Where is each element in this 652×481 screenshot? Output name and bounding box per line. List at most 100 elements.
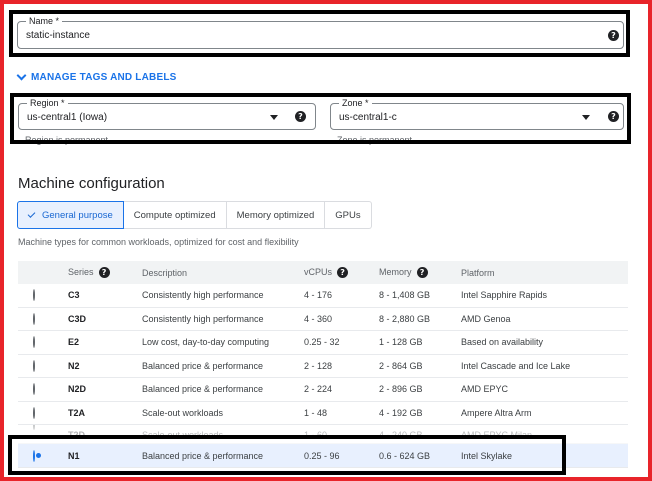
vcpus-help-icon[interactable]: ? [337,267,349,279]
table-row[interactable]: N2 Balanced price & performance 2 - 128 … [18,355,628,378]
row-vcpus: 2 - 224 [304,384,333,395]
table-row[interactable]: T2D Scale-out workloads 1 - 60 4 - 240 G… [18,425,628,444]
row-radio[interactable] [33,312,35,325]
radio-button[interactable] [33,312,35,325]
row-series: N1 [68,450,80,461]
region-dropdown-icon[interactable] [270,115,278,120]
tab-compute-optimized[interactable]: Compute optimized [123,201,227,229]
tab-general-purpose[interactable]: General purpose [17,201,124,229]
row-memory: 4 - 240 GB [379,430,423,440]
zone-value: us-central1-c [339,112,397,123]
row-platform: Intel Sapphire Rapids [461,290,548,301]
row-platform: Intel Skylake [461,450,513,461]
row-radio[interactable] [33,336,35,349]
table-header: Series? Description vCPUs? Memory? Platf… [18,261,628,284]
tab-label: General purpose [42,209,113,221]
row-series: T2A [68,407,86,418]
row-memory: 2 - 896 GB [379,384,423,395]
row-platform: AMD Genoa [461,313,511,324]
row-vcpus: 2 - 128 [304,360,333,371]
row-radio[interactable] [33,449,35,462]
manage-tags-label: MANAGE TAGS AND LABELS [31,72,177,83]
check-icon [27,210,36,218]
row-memory: 8 - 2,880 GB [379,313,431,324]
table-row[interactable]: C3 Consistently high performance 4 - 176… [18,284,628,308]
table-row[interactable]: E2 Low cost, day-to-day computing 0.25 -… [18,331,628,355]
region-label: Region * [27,97,68,109]
row-radio[interactable] [33,425,35,430]
row-series: C3 [68,290,80,301]
table-row[interactable]: N2D Balanced price & performance 2 - 224… [18,378,628,402]
row-radio[interactable] [33,289,35,302]
name-help-icon[interactable]: ? [608,30,619,41]
row-series: N2 [68,360,80,371]
machine-family-description: Machine types for common workloads, opti… [18,237,299,247]
region-value: us-central1 (Iowa) [27,112,108,123]
row-vcpus: 4 - 360 [304,313,333,324]
name-field[interactable]: Name * static-instance ? [17,15,624,49]
row-memory: 8 - 1,408 GB [379,290,431,301]
header-memory: Memory? [379,267,428,279]
radio-button[interactable] [33,359,35,372]
radio-button[interactable] [33,406,35,419]
header-platform: Platform [461,267,495,278]
row-series: C3D [68,313,87,324]
header-series: Series? [68,266,110,279]
row-description: Balanced price & performance [142,384,264,395]
row-platform: AMD EPYC Milan [461,430,533,440]
row-description: Scale-out workloads [142,430,224,440]
name-field-label: Name * [26,15,63,27]
row-radio[interactable] [33,383,35,396]
table-row[interactable]: T2A Scale-out workloads 1 - 48 4 - 192 G… [18,402,628,425]
row-description: Scale-out workloads [142,407,224,418]
row-radio[interactable] [33,406,35,419]
row-vcpus: 1 - 60 [304,430,328,440]
radio-button[interactable] [33,425,35,430]
memory-help-icon[interactable]: ? [416,267,428,279]
chevron-down-icon [16,70,27,81]
row-memory: 2 - 864 GB [379,360,423,371]
header-series-label: Series [68,266,94,277]
row-series: N2D [68,384,87,395]
row-description: Consistently high performance [142,290,264,301]
zone-hint: Zone is permanent [337,135,413,145]
row-description: Consistently high performance [142,313,264,324]
table-row[interactable]: C3D Consistently high performance 4 - 36… [18,308,628,331]
row-platform: Ampere Altra Arm [461,407,532,418]
name-field-value[interactable]: static-instance [26,30,90,41]
row-memory: 0.6 - 624 GB [379,450,431,461]
tab-label: GPUs [335,209,361,221]
region-help-icon[interactable]: ? [295,111,306,122]
region-hint: Region is permanent [25,135,109,145]
manage-tags-toggle[interactable]: MANAGE TAGS AND LABELS [16,70,177,83]
header-vcpus: vCPUs? [304,267,349,279]
row-vcpus: 0.25 - 96 [304,450,340,461]
row-series: E2 [68,337,80,348]
row-radio[interactable] [33,359,35,372]
radio-button[interactable] [33,383,35,396]
table-row-selected[interactable]: N1 Balanced price & performance 0.25 - 9… [18,444,628,468]
row-description: Low cost, day-to-day computing [142,337,270,348]
row-platform: Based on availability [461,337,544,348]
region-select[interactable]: Region * us-central1 (Iowa) ? [18,97,316,130]
machine-config-title: Machine configuration [18,175,165,192]
tab-gpus[interactable]: GPUs [325,201,372,229]
row-description: Balanced price & performance [142,360,264,371]
zone-dropdown-icon[interactable] [582,115,590,120]
tab-label: Memory optimized [236,209,315,221]
zone-help-icon[interactable]: ? [608,111,619,122]
machine-series-table: Series? Description vCPUs? Memory? Platf… [18,261,628,468]
tab-memory-optimized[interactable]: Memory optimized [226,201,326,229]
row-vcpus: 0.25 - 32 [304,337,340,348]
radio-button[interactable] [33,336,35,349]
radio-button[interactable] [33,289,35,302]
zone-select[interactable]: Zone * us-central1-c ? [330,97,624,130]
zone-label: Zone * [339,97,372,109]
row-vcpus: 4 - 176 [304,290,333,301]
row-series: T2D [68,430,86,440]
row-description: Balanced price & performance [142,450,264,461]
series-help-icon[interactable]: ? [98,267,110,279]
header-description: Description [142,267,188,278]
row-platform: AMD EPYC [461,384,509,395]
radio-button-selected[interactable] [33,449,35,462]
